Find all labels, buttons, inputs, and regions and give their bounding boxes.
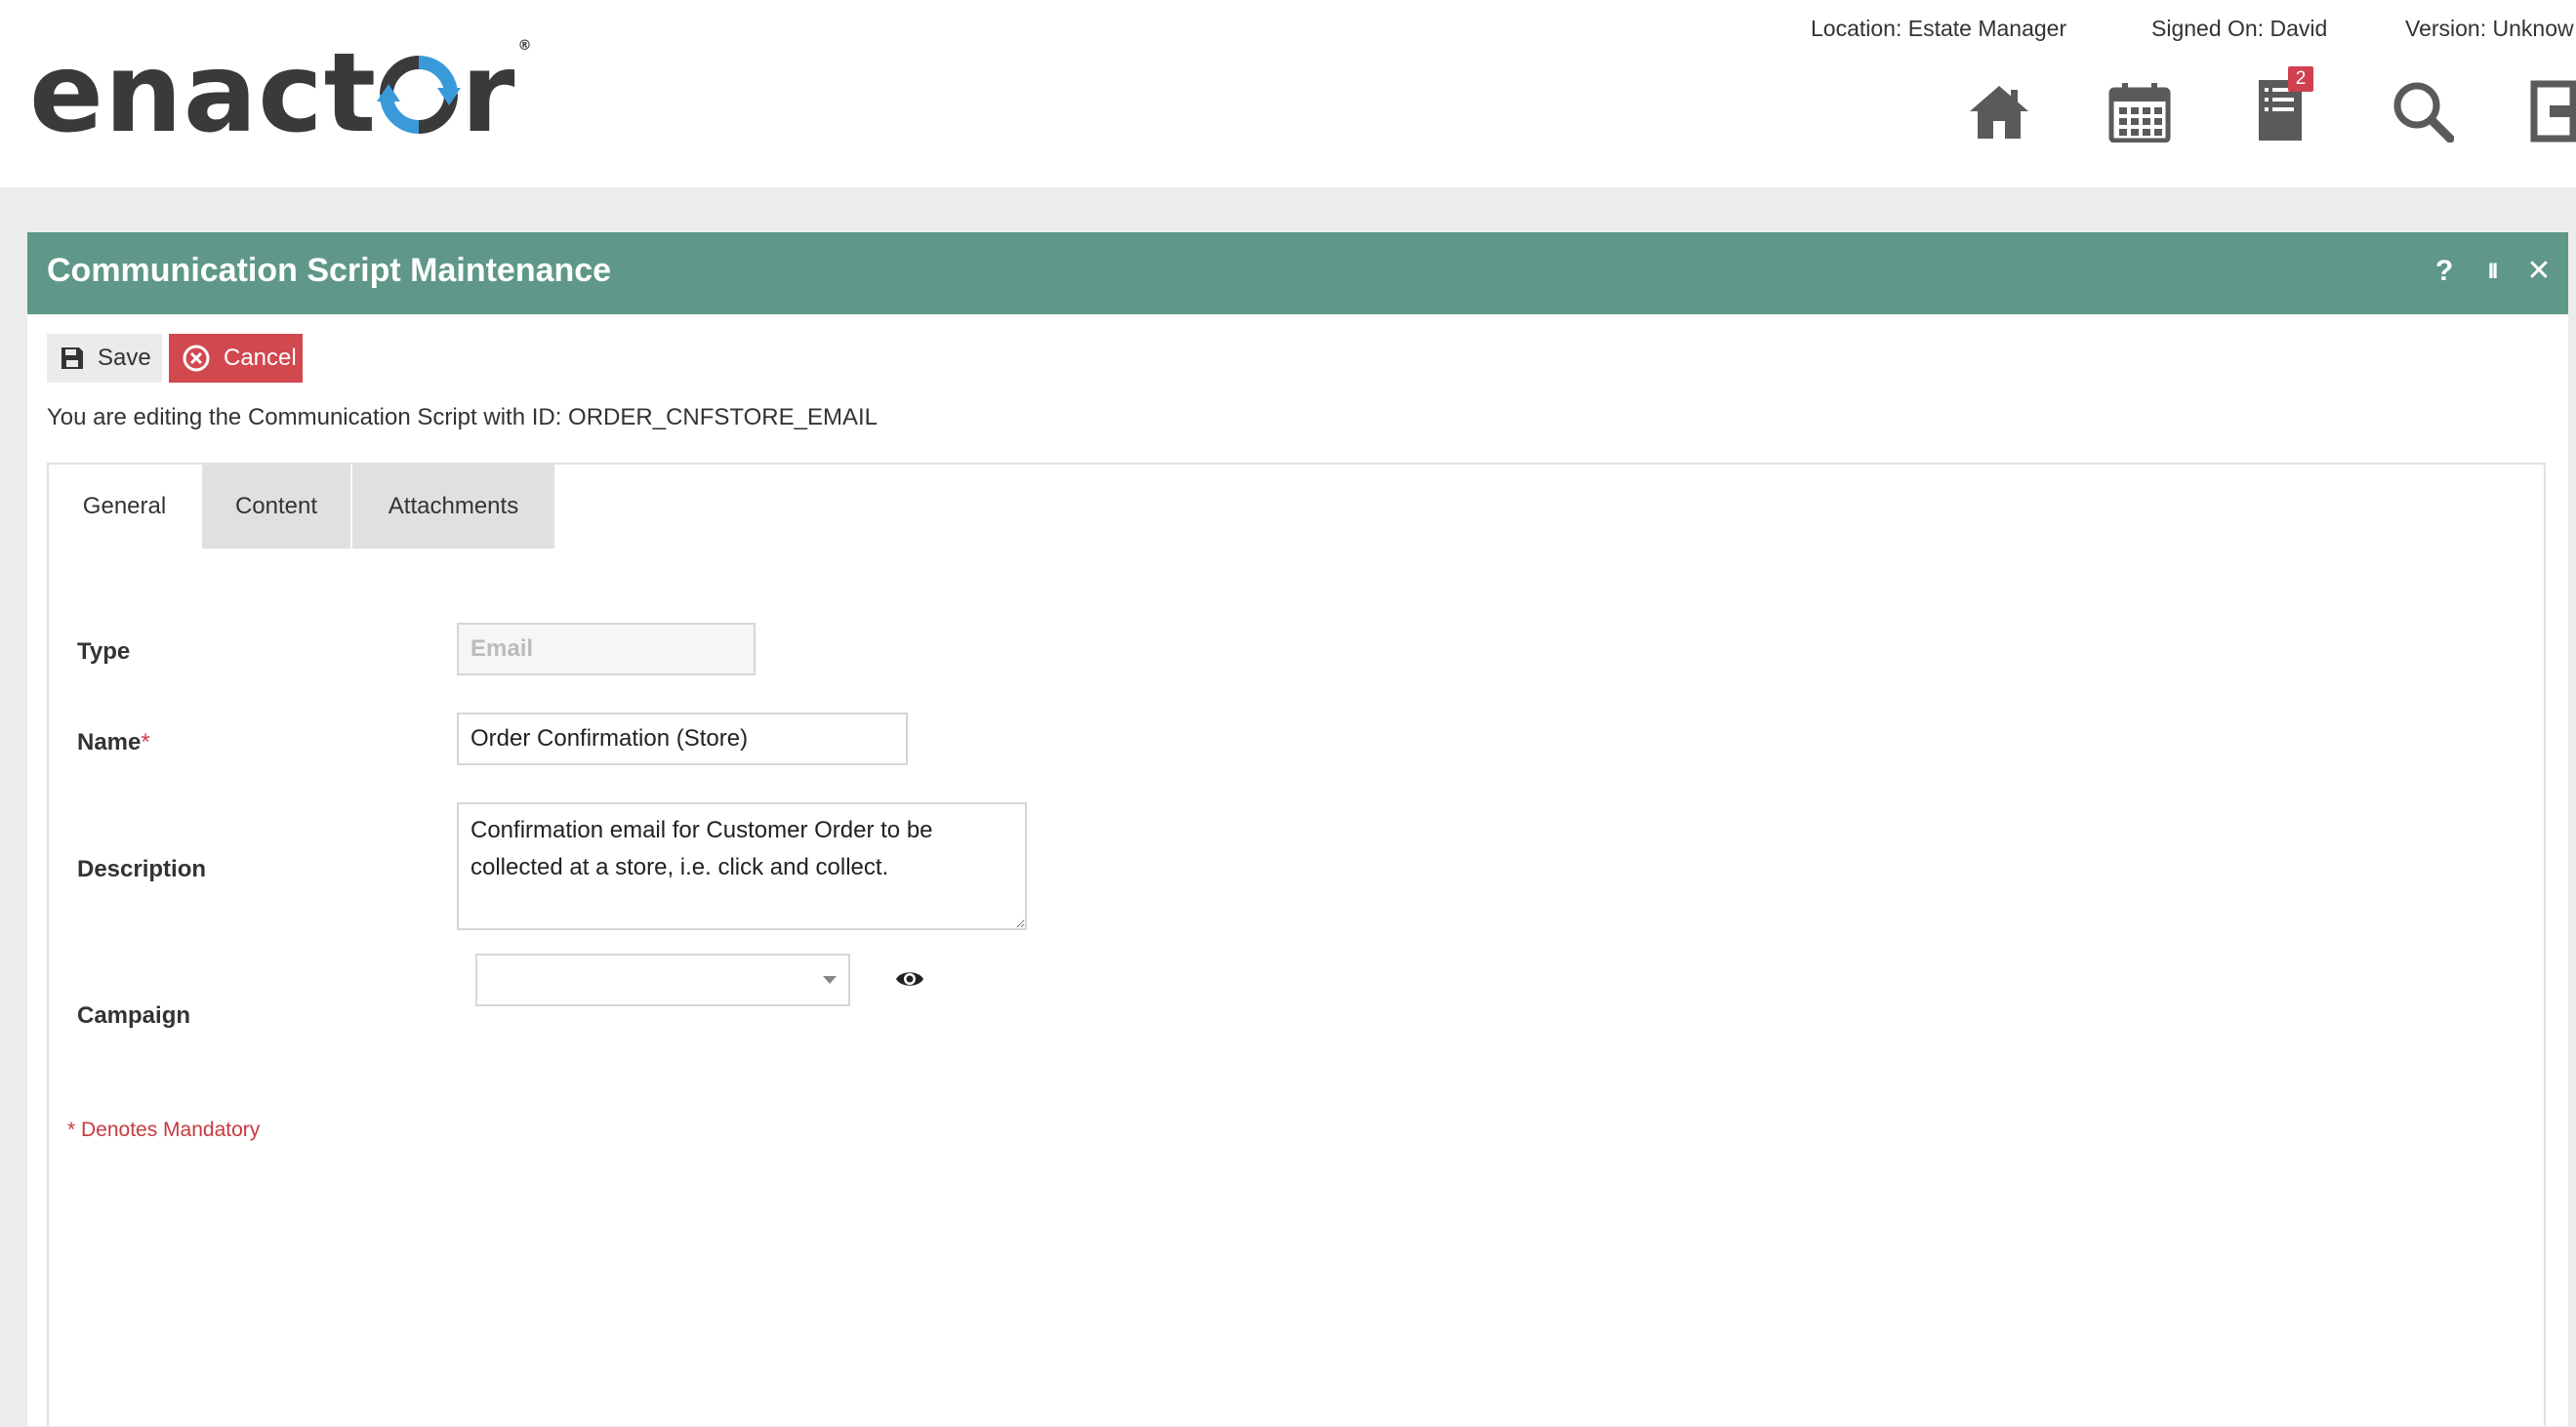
tab-frame: General Content Attachments Type Name* D… <box>47 463 2546 1426</box>
pause-button[interactable]: II <box>2474 254 2510 289</box>
top-header: enact r ® Location: Estate Manager Signed… <box>0 0 2576 187</box>
floppy-disk-icon <box>61 347 84 370</box>
description-field[interactable]: Confirmation email for Customer Order to… <box>457 802 1027 930</box>
documents-icon[interactable]: 2 <box>2249 66 2313 143</box>
cancel-circle-icon <box>183 345 210 372</box>
logo-refresh-o-icon <box>377 53 462 137</box>
type-field <box>457 623 756 675</box>
version-label: Version: Unknow <box>2405 16 2574 41</box>
logout-icon[interactable] <box>2530 80 2576 143</box>
close-button[interactable]: ✕ <box>2521 254 2556 289</box>
mandatory-note: * Denotes Mandatory <box>67 1119 261 1141</box>
save-button[interactable]: Save <box>47 334 162 383</box>
enactor-logo[interactable]: enact r ® <box>29 39 532 148</box>
tab-general[interactable]: General <box>49 465 200 549</box>
view-eye-icon[interactable] <box>895 967 924 991</box>
cancel-label: Cancel <box>224 345 297 371</box>
edit-message: You are editing the Communication Script… <box>47 404 879 430</box>
chevron-down-icon <box>823 976 837 984</box>
name-label: Name* <box>77 729 150 755</box>
type-label: Type <box>77 638 131 665</box>
name-field[interactable] <box>457 713 908 765</box>
tab-attachments[interactable]: Attachments <box>352 465 554 549</box>
general-form: Type Name* Description Confirmation emai… <box>49 549 2544 1427</box>
campaign-select[interactable] <box>475 954 850 1006</box>
notification-badge: 2 <box>2288 66 2313 92</box>
required-marker: * <box>141 729 150 755</box>
cancel-button[interactable]: Cancel <box>169 334 303 383</box>
calendar-icon[interactable] <box>2108 80 2171 143</box>
search-icon[interactable] <box>2392 80 2455 143</box>
location-label: Location: Estate Manager <box>1811 16 2067 41</box>
description-label: Description <box>77 856 207 882</box>
campaign-label: Campaign <box>77 1002 191 1029</box>
signed-on-label: Signed On: David <box>2151 16 2328 41</box>
maintenance-panel: Communication Script Maintenance ? II ✕ … <box>27 232 2568 1426</box>
home-icon[interactable] <box>1968 80 2030 143</box>
panel-title: Communication Script Maintenance <box>47 252 612 289</box>
save-label: Save <box>98 345 151 371</box>
help-button[interactable]: ? <box>2427 254 2462 289</box>
tab-content[interactable]: Content <box>202 465 350 549</box>
panel-titlebar: Communication Script Maintenance ? II ✕ <box>27 232 2568 314</box>
